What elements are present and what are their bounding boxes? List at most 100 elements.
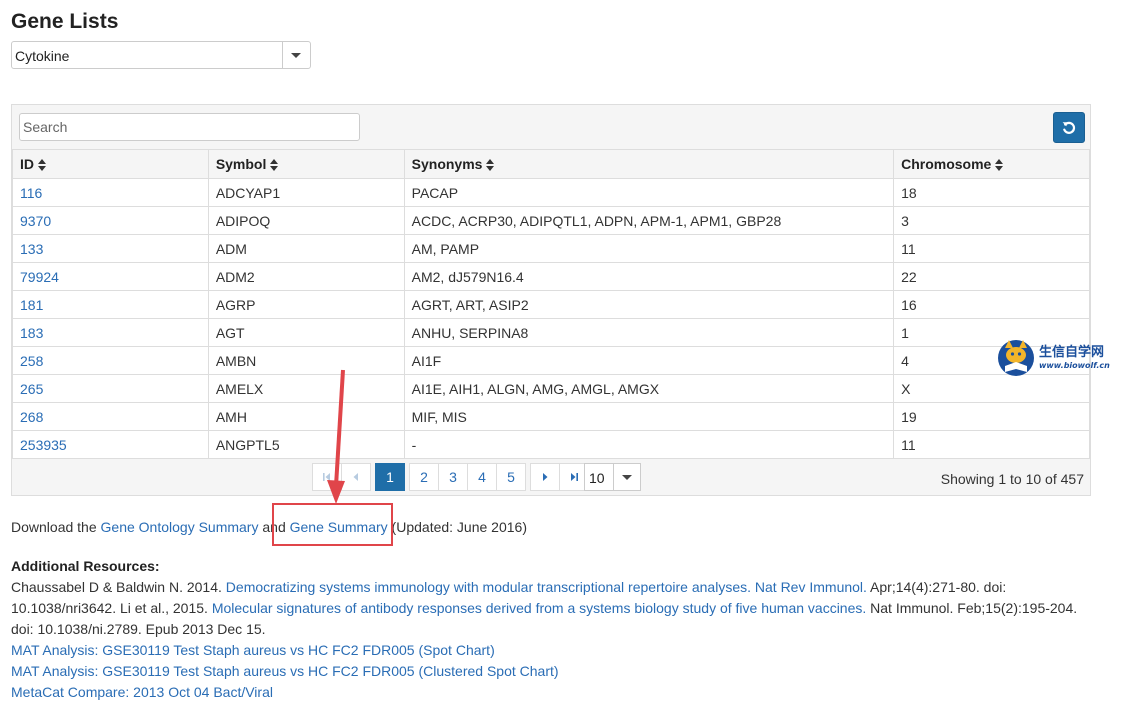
symbol-cell: ANGPTL5 [207, 430, 405, 459]
sort-icon [486, 159, 495, 172]
next-page-button[interactable] [530, 463, 560, 491]
synonyms-cell: AI1E, AIH1, ALGN, AMG, AMGL, AMGX [403, 374, 895, 403]
chevron-down-icon [622, 475, 632, 480]
chromosome-cell: 22 [893, 262, 1090, 291]
synonyms-cell: AGRT, ART, ASIP2 [403, 290, 895, 319]
search-input[interactable] [19, 113, 360, 141]
pagination-info: Showing 1 to 10 of 457 [940, 471, 1084, 487]
chromosome-cell: 19 [893, 402, 1090, 431]
column-header-id[interactable]: ID [12, 149, 209, 179]
download-prefix: Download the [11, 519, 101, 535]
sort-icon [270, 159, 279, 172]
chromosome-cell: 11 [893, 234, 1090, 263]
gene-id-cell: 79924 [12, 262, 209, 291]
symbol-cell: ADIPOQ [207, 206, 405, 235]
symbol-cell: ADM [207, 234, 405, 263]
last-page-icon [571, 473, 578, 481]
reference-text: Chaussabel D & Baldwin N. 2014. [11, 579, 226, 595]
table-row: 183 AGT ANHU, SERPINA8 1 [12, 318, 1090, 347]
symbol-cell: AMH [207, 402, 405, 431]
gene-id-link[interactable]: 258 [20, 353, 43, 369]
gene-id-cell: 116 [12, 178, 209, 207]
symbol-cell: AMBN [207, 346, 405, 375]
table-row: 268 AMH MIF, MIS 19 [12, 402, 1090, 431]
page-button-1[interactable]: 1 [375, 463, 405, 491]
page-button-5[interactable]: 5 [496, 463, 526, 491]
watermark-title: 生信自学网 [1039, 344, 1104, 360]
gene-ontology-summary-link[interactable]: Gene Ontology Summary [101, 519, 259, 535]
select-dropdown-button[interactable] [282, 42, 310, 68]
sort-icon [38, 159, 47, 172]
chromosome-cell: 11 [893, 430, 1090, 459]
gene-table-panel: ID Symbol Synonyms Chromosome 116ADCYAP1… [11, 104, 1091, 496]
gene-list-select-value: Cytokine [15, 48, 70, 64]
table-row: 181 AGRP AGRT, ART, ASIP2 16 [12, 290, 1090, 319]
gene-id-link[interactable]: 133 [20, 241, 43, 257]
gene-table: ID Symbol Synonyms Chromosome 116 ADCYAP1… [12, 149, 1090, 459]
gene-id-cell: 265 [12, 374, 209, 403]
symbol-cell: AGT [207, 318, 405, 347]
synonyms-cell: ANHU, SERPINA8 [403, 318, 895, 347]
table-row: 133 ADM AM, PAMP 11 [12, 234, 1090, 263]
gene-id-cell: 268 [12, 402, 209, 431]
chromosome-cell: 16 [893, 290, 1090, 319]
gene-id-cell: 253935 [12, 430, 209, 459]
column-header-label: Symbol [215, 156, 267, 172]
gene-id-link[interactable]: 79924 [20, 269, 59, 285]
chevron-down-icon [291, 53, 301, 58]
page-button-4[interactable]: 4 [467, 463, 497, 491]
additional-resources: Additional Resources: Chaussabel D & Bal… [11, 556, 1096, 703]
watermark-logo: 生信自学网 www.biowolf.cn [996, 336, 1121, 383]
gene-id-cell: 258 [12, 346, 209, 375]
annotation-arrow [327, 369, 345, 504]
column-header-label: ID [20, 156, 34, 172]
mat-analysis-clustered-spot-chart-link[interactable]: MAT Analysis: GSE30119 Test Staph aureus… [11, 661, 1096, 682]
symbol-cell: AGRP [207, 290, 405, 319]
gene-id-link[interactable]: 268 [20, 409, 43, 425]
annotation-highlight-box [272, 503, 393, 546]
symbol-cell: ADCYAP1 [207, 178, 405, 207]
gene-id-link[interactable]: 181 [20, 297, 43, 313]
column-header-label: Chromosome [901, 156, 992, 172]
page-size-select[interactable]: 10 [584, 463, 641, 491]
gene-id-link[interactable]: 183 [20, 325, 43, 341]
refresh-button[interactable] [1053, 112, 1085, 143]
page-size-value: 10 [589, 470, 605, 486]
gene-id-link[interactable]: 9370 [20, 213, 51, 229]
metacat-compare-link[interactable]: MetaCat Compare: 2013 Oct 04 Bact/Viral [11, 682, 1096, 703]
table-row: 116 ADCYAP1 PACAP 18 [12, 178, 1090, 207]
page-title: Gene Lists [11, 10, 119, 33]
table-row: 265 AMELX AI1E, AIH1, ALGN, AMG, AMGL, AMG… [12, 374, 1090, 403]
gene-id-cell: 183 [12, 318, 209, 347]
gene-list-select[interactable]: Cytokine [11, 41, 311, 69]
download-line: Download the Gene Ontology Summary and G… [11, 519, 527, 535]
column-header-chromosome[interactable]: Chromosome [893, 149, 1090, 179]
reference-link-2[interactable]: Molecular signatures of antibody respons… [212, 600, 866, 616]
column-header-synonyms[interactable]: Synonyms [403, 149, 895, 179]
download-suffix: (Updated: June 2016) [387, 519, 527, 535]
page-button-2[interactable]: 2 [409, 463, 439, 491]
gene-id-link[interactable]: 116 [20, 185, 42, 201]
synonyms-cell: AI1F [403, 346, 895, 375]
gene-id-link[interactable]: 253935 [20, 437, 67, 453]
chromosome-cell: 18 [893, 178, 1090, 207]
resources-heading: Additional Resources: [11, 558, 160, 574]
gene-id-cell: 181 [12, 290, 209, 319]
wolf-logo-icon: 生信自学网 www.biowolf.cn [998, 340, 1110, 376]
gene-id-cell: 9370 [12, 206, 209, 235]
sort-icon [995, 159, 1004, 172]
refresh-icon [1062, 121, 1076, 134]
symbol-cell: AMELX [207, 374, 405, 403]
chromosome-cell: 3 [893, 206, 1090, 235]
column-header-label: Synonyms [411, 156, 483, 172]
column-header-symbol[interactable]: Symbol [207, 149, 405, 179]
gene-id-link[interactable]: 265 [20, 381, 43, 397]
watermark-url: www.biowolf.cn [1039, 361, 1110, 370]
mat-analysis-spot-chart-link[interactable]: MAT Analysis: GSE30119 Test Staph aureus… [11, 640, 1096, 661]
reference-link-1[interactable]: Democratizing systems immunology with mo… [226, 579, 867, 595]
table-row: 253935 ANGPTL5-11 [12, 430, 1090, 459]
table-row: 258 AMBN AI1F 4 [12, 346, 1090, 375]
page-size-dropdown-button[interactable] [613, 464, 640, 490]
page-button-3[interactable]: 3 [438, 463, 468, 491]
synonyms-cell: MIF, MIS [403, 402, 895, 431]
